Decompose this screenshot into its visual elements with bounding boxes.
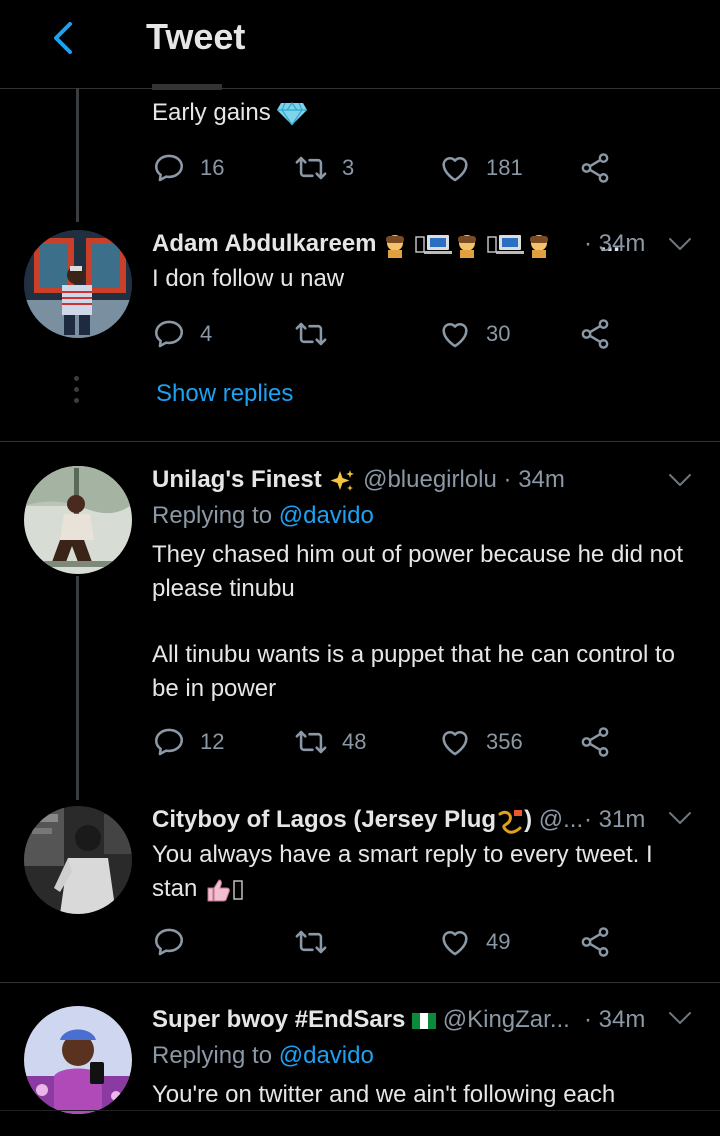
share-button[interactable]: [578, 722, 612, 762]
chevron-down-icon[interactable]: [668, 810, 692, 826]
plug-icon: [498, 809, 523, 834]
divider: [0, 441, 720, 442]
tweet-text: All tinubu wants is a puppet that he can…: [152, 641, 675, 702]
tweet-time: · 31m: [584, 806, 646, 833]
chevron-down-icon[interactable]: [668, 1010, 692, 1026]
tweet-time: · 34m: [503, 466, 565, 493]
replying-to: Replying to @davido: [152, 502, 374, 529]
like-icon: [438, 317, 472, 351]
user-name[interactable]: Unilag's Finest: [152, 466, 322, 493]
top-bar: Tweet: [0, 0, 720, 89]
like-button[interactable]: 30: [438, 314, 510, 354]
tweet-time: · 34m: [584, 1006, 646, 1033]
diamond-icon: [277, 101, 308, 125]
thread-line: [76, 576, 79, 800]
share-button[interactable]: [578, 314, 612, 354]
replying-to-handle[interactable]: @davido: [279, 1042, 374, 1069]
tweet-actions: 12 48 356: [152, 722, 672, 762]
avatar[interactable]: [24, 806, 132, 914]
retweet-icon: [294, 725, 328, 759]
retweet-button[interactable]: [294, 314, 342, 354]
name-emoji-icons: [383, 230, 600, 258]
retweet-button[interactable]: 3: [294, 148, 354, 188]
user-handle[interactable]: @bluegirlolu: [363, 466, 497, 493]
like-icon: [438, 725, 472, 759]
avatar[interactable]: [24, 466, 132, 574]
tweet-text: They chased him out of power because he …: [152, 541, 683, 602]
share-icon: [578, 725, 612, 759]
chevron-down-icon[interactable]: [668, 472, 692, 488]
replying-to: Replying to @davido: [152, 1042, 374, 1069]
clipped-text-line: [152, 84, 452, 90]
like-button[interactable]: 181: [438, 148, 523, 188]
share-icon: [578, 317, 612, 351]
share-button[interactable]: [578, 922, 612, 962]
back-arrow-icon[interactable]: [44, 18, 84, 58]
thread-line: [76, 88, 79, 222]
user-handle[interactable]: @KingZar...: [443, 1006, 570, 1033]
tweet-header: Adam Abdulkareem ...: [152, 230, 620, 258]
divider: [0, 982, 720, 983]
tweet-actions: 4 30: [152, 314, 672, 354]
like-icon: [438, 151, 472, 185]
tweet-time: · 34m: [584, 230, 646, 257]
tweet-text: You're on twitter and we ain't following…: [152, 1081, 616, 1108]
reply-button[interactable]: 12: [152, 722, 224, 762]
nigeria-flag-icon: [412, 1012, 437, 1029]
tweet-actions: 16 3 181: [152, 148, 672, 188]
reply-button[interactable]: 4: [152, 314, 212, 354]
sparkles-icon: [330, 469, 355, 491]
share-button[interactable]: [578, 148, 612, 188]
tweet-header: Super bwoy #EndSars @KingZar...: [152, 1006, 570, 1034]
tweet-text: Early gains: [152, 96, 692, 130]
tweet-header: Unilag's Finest @bluegirlolu · 34m: [152, 466, 565, 494]
like-icon: [438, 925, 472, 959]
avatar[interactable]: [24, 1006, 132, 1114]
more-replies-dots: [74, 376, 80, 406]
reply-icon: [152, 317, 186, 351]
user-name[interactable]: Adam Abdulkareem: [152, 230, 377, 257]
tweet-text: I don follow u naw: [152, 265, 345, 292]
reply-icon: [152, 925, 186, 959]
avatar[interactable]: [24, 230, 132, 338]
reply-icon: [152, 725, 186, 759]
like-button[interactable]: 356: [438, 722, 523, 762]
page-title: Tweet: [146, 16, 246, 57]
user-handle[interactable]: @...: [539, 806, 583, 833]
reply-button[interactable]: 16: [152, 148, 224, 188]
bottom-edge: [0, 1110, 720, 1111]
reply-icon: [152, 151, 186, 185]
share-icon: [578, 151, 612, 185]
retweet-icon: [294, 925, 328, 959]
thumbs-up-icon: [207, 879, 243, 902]
user-name[interactable]: Super bwoy #EndSars: [152, 1006, 405, 1033]
tweet-text: You always have a smart reply to every t…: [152, 841, 653, 902]
user-name[interactable]: Cityboy of Lagos (Jersey Plug: [152, 806, 496, 833]
reply-button[interactable]: [152, 922, 200, 962]
retweet-icon: [294, 151, 328, 185]
share-icon: [578, 925, 612, 959]
replying-to-handle[interactable]: @davido: [279, 502, 374, 529]
chevron-down-icon[interactable]: [668, 236, 692, 252]
retweet-button[interactable]: [294, 922, 342, 962]
tweet-header: Cityboy of Lagos (Jersey Plug ) @...: [152, 806, 584, 834]
retweet-icon: [294, 317, 328, 351]
like-button[interactable]: 49: [438, 922, 510, 962]
retweet-button[interactable]: 48: [294, 722, 366, 762]
show-replies-link[interactable]: Show replies: [156, 380, 293, 408]
tweet-actions: 49: [152, 922, 672, 962]
